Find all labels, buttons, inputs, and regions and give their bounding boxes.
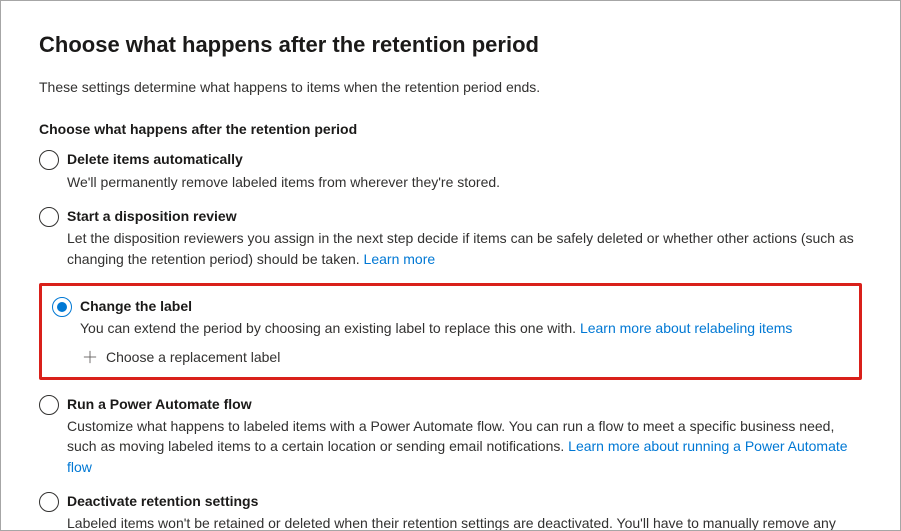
radio-run-power-automate-flow[interactable] bbox=[39, 395, 59, 415]
option-change-desc-text: You can extend the period by choosing an… bbox=[80, 320, 580, 336]
radio-start-disposition-review[interactable] bbox=[39, 207, 59, 227]
option-change-title: Change the label bbox=[80, 296, 849, 316]
page-title: Choose what happens after the retention … bbox=[39, 29, 862, 61]
option-disposition-desc-text: Let the disposition reviewers you assign… bbox=[67, 230, 854, 266]
option-deactivate-desc: Labeled items won't be retained or delet… bbox=[67, 513, 862, 531]
radio-delete-automatically[interactable] bbox=[39, 150, 59, 170]
option-change-label-highlight: Change the label You can extend the peri… bbox=[39, 283, 862, 380]
option-change-desc: You can extend the period by choosing an… bbox=[80, 318, 849, 338]
choose-replacement-label-button[interactable]: Choose a replacement label bbox=[82, 347, 849, 367]
section-label: Choose what happens after the retention … bbox=[39, 119, 862, 139]
option-disposition-desc: Let the disposition reviewers you assign… bbox=[67, 228, 862, 269]
radio-change-the-label[interactable] bbox=[52, 297, 72, 317]
choose-replacement-label-text: Choose a replacement label bbox=[106, 347, 280, 367]
option-flow-title: Run a Power Automate flow bbox=[67, 394, 862, 414]
learn-more-disposition-link[interactable]: Learn more bbox=[364, 251, 436, 267]
option-flow-desc: Customize what happens to labeled items … bbox=[67, 416, 862, 477]
option-delete-desc: We'll permanently remove labeled items f… bbox=[67, 172, 862, 192]
option-deactivate-title: Deactivate retention settings bbox=[67, 491, 862, 511]
option-delete-title: Delete items automatically bbox=[67, 149, 862, 169]
radio-deactivate-retention-settings[interactable] bbox=[39, 492, 59, 512]
learn-more-relabeling-link[interactable]: Learn more about relabeling items bbox=[580, 320, 792, 336]
option-disposition-title: Start a disposition review bbox=[67, 206, 862, 226]
page-lead: These settings determine what happens to… bbox=[39, 77, 862, 97]
plus-icon bbox=[82, 349, 98, 365]
